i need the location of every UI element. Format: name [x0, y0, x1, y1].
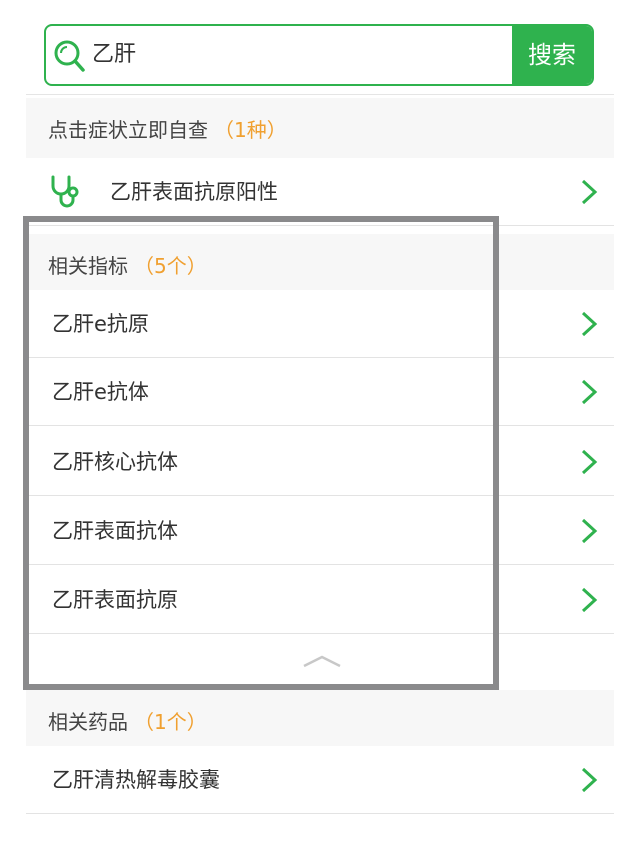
- indicator-item-label: 乙肝e抗体: [52, 380, 149, 404]
- symptom-item-label: 乙肝表面抗原阳性: [110, 180, 278, 204]
- indicator-count: （5个）: [134, 254, 207, 278]
- chevron-right-icon: [581, 767, 598, 793]
- drug-item[interactable]: 乙肝清热解毒胶囊: [26, 746, 614, 814]
- symptom-item[interactable]: 乙肝表面抗原阳性: [26, 158, 614, 226]
- indicator-item[interactable]: 乙肝核心抗体: [26, 428, 614, 496]
- search-input[interactable]: 乙肝: [92, 26, 136, 84]
- indicator-item[interactable]: 乙肝e抗体: [26, 358, 614, 426]
- stethoscope-icon: [51, 175, 79, 208]
- symptom-count: （1种）: [214, 118, 287, 142]
- indicator-item[interactable]: 乙肝表面抗体: [26, 497, 614, 565]
- search-button[interactable]: 搜索: [512, 26, 592, 84]
- indicator-section-header: 相关指标 （5个）: [26, 234, 614, 298]
- indicator-item-label: 乙肝表面抗体: [52, 519, 178, 543]
- indicator-item-label: 乙肝表面抗原: [52, 588, 178, 612]
- indicator-item[interactable]: 乙肝表面抗原: [26, 566, 614, 634]
- search-results-page: 乙肝 搜索 点击症状立即自查 （1种） 乙肝表面抗原阳性 相关指标 （5个） 乙肝e…: [26, 0, 614, 853]
- drug-section-header: 相关药品 （1个）: [26, 690, 614, 754]
- chevron-right-icon: [581, 311, 598, 337]
- search-bar: 乙肝 搜索: [26, 0, 614, 95]
- chevron-right-icon: [581, 518, 598, 544]
- drug-item-label: 乙肝清热解毒胶囊: [52, 768, 220, 792]
- indicator-item-label: 乙肝e抗原: [52, 312, 149, 336]
- collapse-toggle[interactable]: [26, 634, 614, 686]
- drug-count: （1个）: [134, 710, 207, 734]
- chevron-up-icon: [303, 655, 341, 668]
- chevron-right-icon: [581, 179, 598, 205]
- search-icon: [54, 40, 85, 72]
- indicator-item[interactable]: 乙肝e抗原: [26, 290, 614, 358]
- chevron-right-icon: [581, 379, 598, 405]
- indicator-section-title: 相关指标: [48, 254, 128, 278]
- search-field[interactable]: 乙肝 搜索: [44, 24, 594, 86]
- symptom-section-header: 点击症状立即自查 （1种）: [26, 98, 614, 162]
- symptom-section-title: 点击症状立即自查: [48, 118, 208, 142]
- chevron-right-icon: [581, 587, 598, 613]
- indicator-item-label: 乙肝核心抗体: [52, 450, 178, 474]
- chevron-right-icon: [581, 449, 598, 475]
- drug-section-title: 相关药品: [48, 710, 128, 734]
